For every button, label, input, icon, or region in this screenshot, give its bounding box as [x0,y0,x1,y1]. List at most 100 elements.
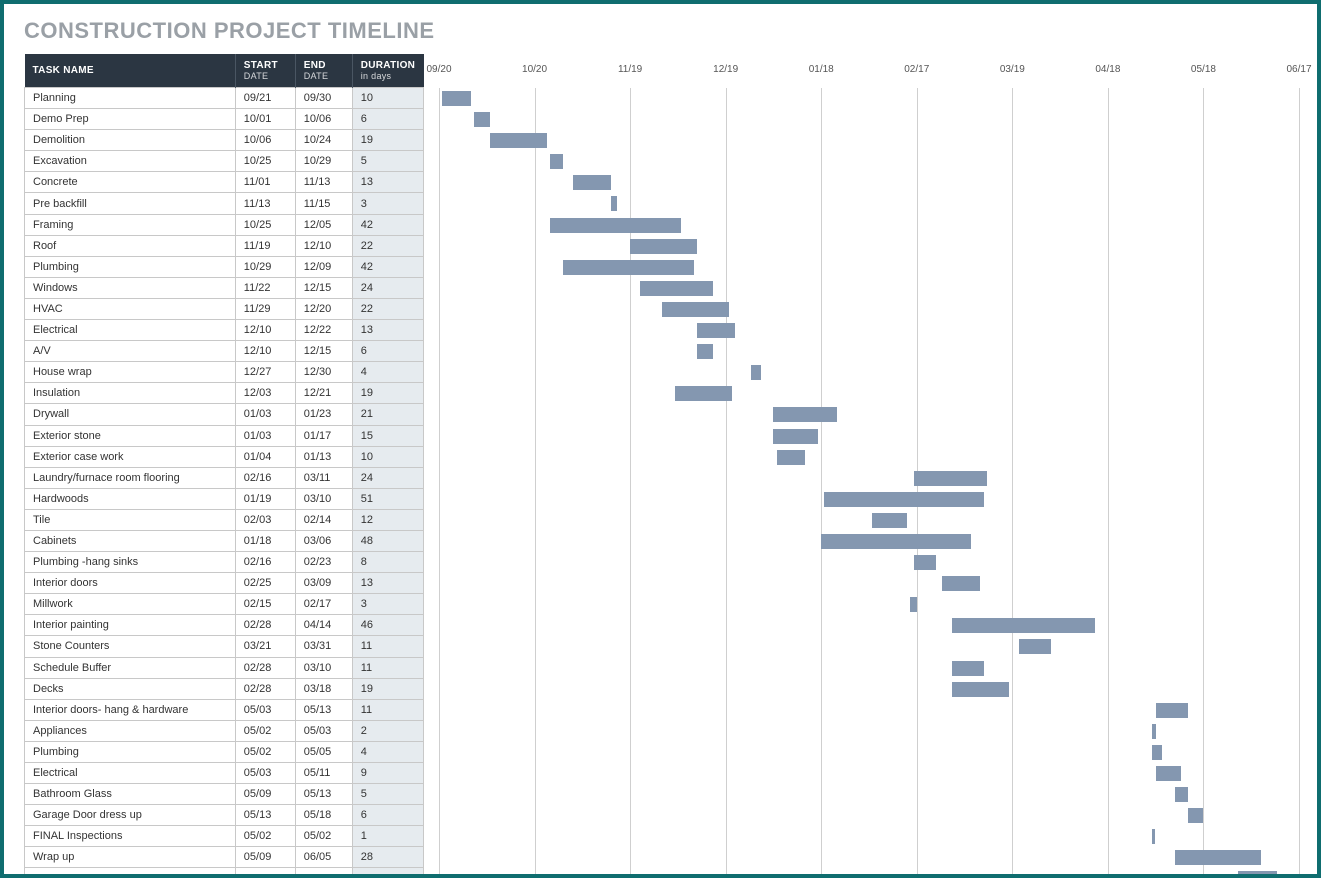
cell-task: Insulation [25,383,236,404]
cell-duration: 4 [352,362,423,383]
cell-end: 01/23 [295,404,352,425]
gantt-bar [550,154,563,169]
cell-duration: 10 [352,88,423,109]
table-row: Hardwoods01/1903/1051 [25,488,424,509]
cell-task: Plumbing [25,741,236,762]
cell-duration: 10 [352,446,423,467]
cell-task: Garage Door dress up [25,805,236,826]
gantt-bar [952,682,1009,697]
cell-task: Laundry/furnace room flooring [25,467,236,488]
cell-end: 09/30 [295,88,352,109]
axis-tick: 01/18 [809,64,834,75]
gantt-bar [611,196,617,211]
cell-task: Drywall [25,404,236,425]
cell-task: Concrete [25,172,236,193]
cell-task: Decks [25,678,236,699]
cell-duration: 11 [352,636,423,657]
cell-duration: 5 [352,784,423,805]
cell-end: 05/18 [295,805,352,826]
table-row: Cabinets01/1803/0648 [25,530,424,551]
cell-duration: 6 [352,341,423,362]
th-start: STARTDATE [235,54,295,88]
cell-start: 01/18 [235,530,295,551]
cell-duration: 19 [352,678,423,699]
gantt-bar [640,281,713,296]
cell-duration: 2 [352,720,423,741]
cell-end: 05/03 [295,720,352,741]
cell-duration: 13 [352,172,423,193]
cell-start: 12/10 [235,320,295,341]
table-row: Laundry/furnace room flooring02/1603/112… [25,467,424,488]
gantt-bar [914,471,987,486]
table-row: House wrap12/2712/304 [25,362,424,383]
cell-duration: 3 [352,193,423,214]
gantt-bar [1152,829,1155,844]
cell-start: 03/21 [235,636,295,657]
th-dur: DURATIONin days [352,54,423,88]
cell-task: Planning [25,88,236,109]
cell-start: 02/16 [235,552,295,573]
cell-task: Demo Prep [25,109,236,130]
cell-end: 05/02 [295,826,352,847]
page-title: CONSTRUCTION PROJECT TIMELINE [24,18,1297,44]
gantt-bar [1152,724,1155,739]
cell-duration: 9 [352,763,423,784]
cell-end: 11/13 [295,172,352,193]
cell-end: 05/13 [295,699,352,720]
gantt-bar [910,597,916,612]
cell-task: A/V [25,341,236,362]
cell-duration: 6 [352,109,423,130]
table-row: Exterior stone01/0301/1715 [25,425,424,446]
cell-task: HVAC [25,298,236,319]
axis-tick: 05/18 [1191,64,1216,75]
table-row: Concrete11/0111/1313 [25,172,424,193]
table-row: Demolition10/0610/2419 [25,130,424,151]
gantt-bar [490,133,547,148]
cell-start: 05/03 [235,699,295,720]
table-row: Plumbing -hang sinks02/1602/238 [25,552,424,573]
gantt-bar [697,344,713,359]
table-row: HVAC11/2912/2022 [25,298,424,319]
table-row: Schedule Buffer02/2803/1011 [25,657,424,678]
gantt-bar [773,407,837,422]
cell-task: Cabinets [25,530,236,551]
cell-start: 02/28 [235,657,295,678]
table-row: Drywall01/0301/2321 [25,404,424,425]
gantt-bar [777,450,806,465]
cell-start: 10/29 [235,256,295,277]
cell-end: 03/10 [295,488,352,509]
cell-duration: 13 [352,868,423,878]
cell-end: 12/21 [295,383,352,404]
table-row: A/V12/1012/156 [25,341,424,362]
cell-end: 06/05 [295,847,352,868]
cell-duration: 42 [352,256,423,277]
cell-task: Plumbing [25,256,236,277]
gantt-bar [662,302,729,317]
cell-start: 05/03 [235,763,295,784]
cell-duration: 19 [352,383,423,404]
cell-duration: 6 [352,805,423,826]
table-row: Stone Counters03/2103/3111 [25,636,424,657]
cell-task: Roof [25,235,236,256]
axis-tick: 06/17 [1286,64,1311,75]
table-row: Millwork02/1502/173 [25,594,424,615]
cell-duration: 28 [352,847,423,868]
cell-duration: 11 [352,699,423,720]
cell-start: 10/25 [235,214,295,235]
cell-duration: 46 [352,615,423,636]
cell-start: 11/01 [235,172,295,193]
cell-end: 10/29 [295,151,352,172]
gantt-bar [872,513,907,528]
table-row: Garage Door dress up05/1305/186 [25,805,424,826]
cell-end: 11/15 [295,193,352,214]
gantt-bar [1188,808,1204,823]
cell-duration: 13 [352,573,423,594]
cell-task: Wrap up [25,847,236,868]
cell-start: 01/03 [235,425,295,446]
cell-task: House wrap [25,362,236,383]
cell-duration: 11 [352,657,423,678]
table-row: Electrical05/0305/119 [25,763,424,784]
cell-end: 01/17 [295,425,352,446]
cell-end: 03/11 [295,467,352,488]
gantt-bar [474,112,490,127]
